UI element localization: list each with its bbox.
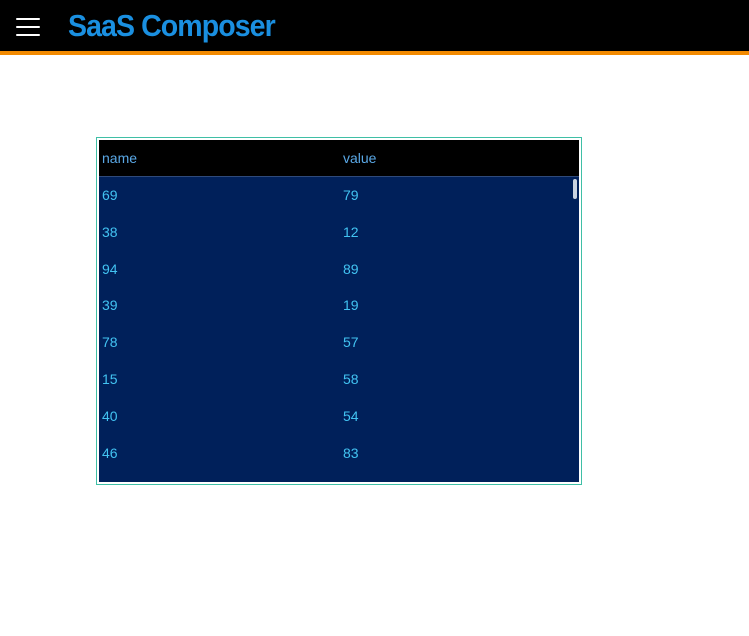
table-header: name value [99,140,579,177]
table-row[interactable]: 46 83 [99,435,569,472]
cell-value: 54 [343,407,359,424]
column-header-value[interactable]: value [343,140,376,176]
cell-name: 38 [102,223,118,240]
cell-value: 89 [343,260,359,277]
cell-name: 15 [102,371,118,387]
cell-value: 57 [343,334,359,351]
cell-name: 69 [102,187,118,203]
cell-value: 79 [343,187,359,203]
cell-name: 94 [102,260,118,277]
cell-name: 40 [102,407,118,424]
cell-value: 67 [343,471,359,482]
cell-value: 12 [343,223,359,240]
scrollbar-thumb[interactable] [573,179,577,199]
cell-value: 19 [343,297,359,314]
menu-bar-line [16,34,40,36]
cell-value: 58 [343,371,359,387]
table-row[interactable]: 40 54 [99,398,569,435]
cell-name: 46 [102,444,118,461]
table-row[interactable]: 38 12 [99,214,569,251]
header-accent-stripe [0,51,749,55]
top-navigation-bar: SaaS Composer [0,0,749,51]
table-row[interactable]: 69 79 [99,177,569,214]
table-row[interactable]: 15 58 [99,361,569,398]
menu-bar-line [16,18,40,20]
table-row[interactable]: 91 67 [99,471,569,482]
cell-value: 83 [343,444,359,461]
data-table-widget[interactable]: name value 69 79 38 12 94 89 39 19 78 57 15 58 40 54 4… [96,137,582,485]
column-header-name[interactable]: name [102,140,137,176]
cell-name: 39 [102,297,118,314]
table-row[interactable]: 78 57 [99,324,569,361]
hamburger-menu-icon[interactable] [14,16,42,38]
app-title: SaaS Composer [68,8,276,43]
table-row[interactable]: 39 19 [99,287,569,324]
data-table: name value 69 79 38 12 94 89 39 19 78 57 15 58 40 54 4… [99,140,579,482]
cell-name: 78 [102,334,118,351]
table-row[interactable]: 94 89 [99,251,569,288]
cell-name: 91 [102,471,118,482]
table-body[interactable]: 697938129489391978571558405446839167 [99,177,579,482]
table-scrollbar[interactable] [571,177,579,482]
menu-bar-line [16,26,40,28]
